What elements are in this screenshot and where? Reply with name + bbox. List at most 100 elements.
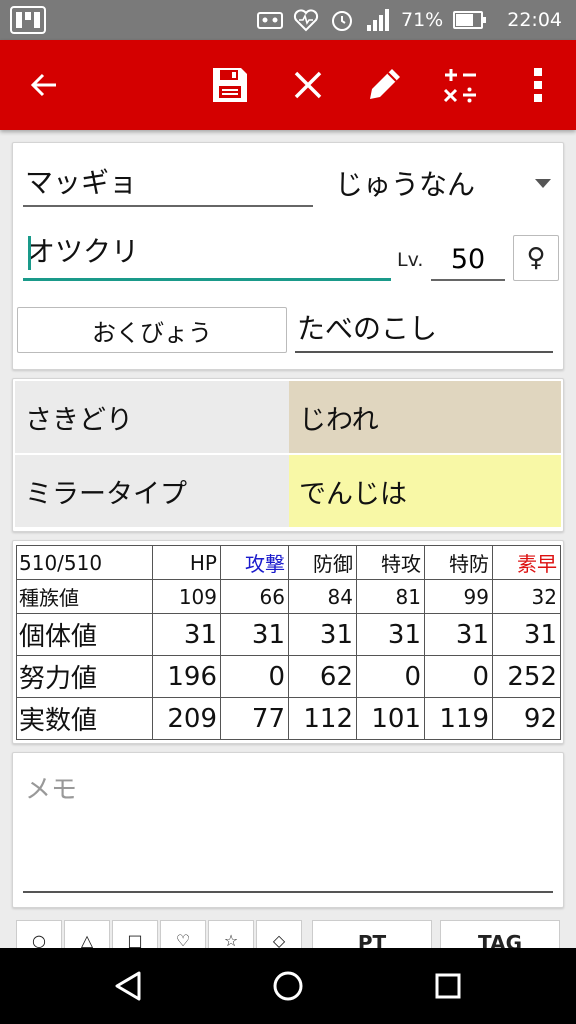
nickname-value: オツクリ: [27, 235, 140, 268]
ev-row: 努力値 196 0 62 0 0 252: [16, 655, 561, 698]
signal-icon: [367, 9, 389, 31]
iv-cell[interactable]: 31: [220, 613, 289, 656]
level-label: Lv.: [397, 249, 424, 271]
mark-heart-button[interactable]: ♡: [160, 920, 206, 948]
ev-total: 510/510: [16, 545, 153, 580]
level-field[interactable]: 50: [431, 237, 505, 281]
move-slot-1[interactable]: さきどり: [15, 381, 289, 453]
nature-value: おくびょう: [92, 318, 212, 347]
memo-placeholder: メモ: [25, 775, 78, 805]
battery-icon: [453, 11, 487, 29]
stat-header-attack: 攻撃: [220, 545, 289, 580]
actual-stat-cell[interactable]: 92: [492, 697, 561, 740]
actual-stat-cell[interactable]: 119: [424, 697, 493, 740]
recents-square-icon: [435, 973, 461, 999]
mark-bar: ○ △ □ ♡ ☆ ◇ PT TAG: [12, 916, 564, 948]
edit-pencil-icon: [370, 69, 400, 99]
stat-header-sp-attack: 特攻: [356, 545, 425, 580]
actual-stat-cell[interactable]: 209: [152, 697, 221, 740]
iv-cell[interactable]: 31: [152, 613, 221, 656]
tag-button[interactable]: TAG: [440, 920, 560, 948]
battery-percent: 71%: [401, 9, 444, 31]
calculator-button[interactable]: [432, 57, 488, 113]
save-button[interactable]: [202, 57, 258, 113]
mark-diamond-button[interactable]: ◇: [256, 920, 302, 948]
nature-button[interactable]: おくびょう: [17, 307, 287, 353]
dropdown-arrow-icon[interactable]: [535, 179, 551, 188]
alarm-icon: [332, 11, 352, 31]
level-value: 50: [450, 244, 486, 275]
actual-stat-cell[interactable]: 77: [220, 697, 289, 740]
move-slot-3[interactable]: ミラータイプ: [15, 455, 289, 527]
stat-header-defense: 防御: [288, 545, 357, 580]
gender-female-icon: ♀: [526, 243, 546, 273]
back-button[interactable]: [16, 57, 72, 113]
close-icon: [294, 71, 322, 99]
row-label: 努力値: [16, 655, 153, 698]
held-item-field[interactable]: たべのこし: [295, 309, 553, 353]
status-bar: 71% 22:04: [0, 0, 576, 40]
text-cursor: [28, 236, 31, 270]
move-name: じわれ: [299, 404, 379, 436]
ev-cell[interactable]: 196: [152, 655, 221, 698]
actual-stats-row: 実数値 209 77 112 101 119 92: [16, 697, 561, 740]
ev-cell[interactable]: 0: [220, 655, 289, 698]
move-slot-2[interactable]: じわれ: [289, 381, 561, 453]
stats-card: 510/510 HP 攻撃 防御 特攻 特防 素早 種族値 109 66 84 …: [12, 540, 564, 744]
mark-star-button[interactable]: ☆: [208, 920, 254, 948]
stat-cell: 66: [220, 579, 289, 614]
iv-cell[interactable]: 31: [492, 613, 561, 656]
stat-header-hp: HP: [152, 545, 221, 580]
ev-cell[interactable]: 0: [356, 655, 425, 698]
memo-underline: [23, 891, 553, 893]
clock: 22:04: [507, 9, 562, 31]
actual-stat-cell[interactable]: 101: [356, 697, 425, 740]
basic-info-card: マッギョ じゅうなん オツクリ Lv. 50 ♀ おくびょう たべのこし: [12, 142, 564, 370]
stat-cell: 109: [152, 579, 221, 614]
overflow-menu-button[interactable]: [510, 57, 566, 113]
nav-recents-button[interactable]: [420, 960, 476, 1012]
move-name: でんじは: [299, 478, 407, 510]
moves-card: さきどり じわれ ミラータイプ でんじは: [12, 378, 564, 532]
pokemon-name-value: マッギョ: [25, 166, 138, 199]
mark-triangle-button[interactable]: △: [64, 920, 110, 948]
nav-home-button[interactable]: [260, 960, 316, 1012]
cassette-icon: [257, 12, 283, 29]
iv-cell[interactable]: 31: [424, 613, 493, 656]
iv-cell[interactable]: 31: [356, 613, 425, 656]
ev-cell[interactable]: 252: [492, 655, 561, 698]
app-toolbar: [0, 40, 576, 130]
pt-button[interactable]: PT: [312, 920, 432, 948]
nav-back-button[interactable]: [100, 960, 156, 1012]
edit-button[interactable]: [356, 57, 412, 113]
memo-card[interactable]: メモ: [12, 752, 564, 908]
base-stats-row: 種族値 109 66 84 81 99 32: [16, 579, 561, 614]
back-triangle-icon: [115, 971, 141, 1001]
ev-cell[interactable]: 0: [424, 655, 493, 698]
gender-button[interactable]: ♀: [513, 235, 559, 281]
row-label: 実数値: [16, 697, 153, 740]
discard-button[interactable]: [280, 57, 336, 113]
iv-row: 個体値 31 31 31 31 31 31: [16, 613, 561, 656]
ability-select[interactable]: じゅうなん: [333, 163, 561, 207]
held-item-value: たべのこし: [297, 312, 438, 345]
move-slot-4[interactable]: でんじは: [289, 455, 561, 527]
back-arrow-icon: [30, 73, 56, 97]
more-vert-icon: [534, 68, 542, 102]
move-name: さきどり: [25, 404, 133, 436]
heart-monitor-icon: [293, 9, 319, 32]
nickname-field[interactable]: オツクリ: [23, 233, 391, 281]
stat-cell: 84: [288, 579, 357, 614]
iv-cell[interactable]: 31: [288, 613, 357, 656]
mark-circle-button[interactable]: ○: [16, 920, 62, 948]
stat-cell: 32: [492, 579, 561, 614]
actual-stat-cell[interactable]: 112: [288, 697, 357, 740]
notification-app-icon: [10, 6, 46, 34]
move-name: ミラータイプ: [25, 478, 187, 510]
pokemon-name-field[interactable]: マッギョ: [23, 163, 313, 207]
ev-cell[interactable]: 62: [288, 655, 357, 698]
stat-cell: 81: [356, 579, 425, 614]
mark-square-button[interactable]: □: [112, 920, 158, 948]
row-label: 個体値: [16, 613, 153, 656]
save-icon: [213, 68, 247, 102]
